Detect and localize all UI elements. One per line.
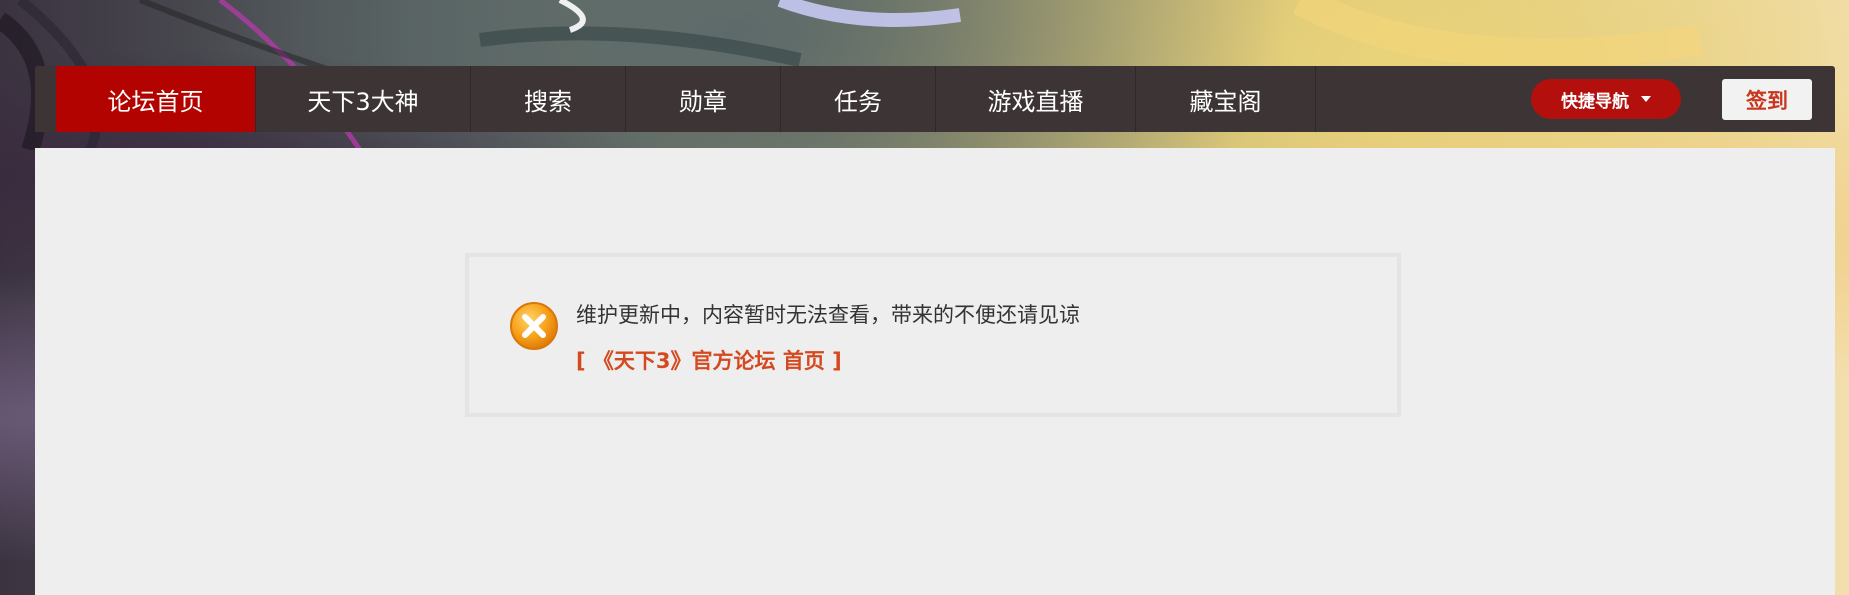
forum-home-link[interactable]: [ 《天下3》官方论坛 首页 ] [576,345,842,375]
nav-item-game-live[interactable]: 游戏直播 [936,66,1136,132]
nav-item-tianxia3-master[interactable]: 天下3大神 [256,66,471,132]
nav-item-search[interactable]: 搜索 [471,66,626,132]
nav-item-treasure-pavilion[interactable]: 藏宝阁 [1136,66,1316,132]
quick-nav-button[interactable]: 快捷导航 [1531,79,1681,119]
main-content: 维护更新中，内容暂时无法查看，带来的不便还请见谅 [ 《天下3》官方论坛 首页 … [35,148,1835,595]
main-nav-bar: 论坛首页 天下3大神 搜索 勋章 任务 游戏直播 藏宝阁 快捷导航 签到 [35,66,1835,132]
nav-items: 论坛首页 天下3大神 搜索 勋章 任务 游戏直播 藏宝阁 [56,66,1316,132]
chevron-down-icon [1641,96,1651,102]
message-box: 维护更新中，内容暂时无法查看，带来的不便还请见谅 [ 《天下3》官方论坛 首页 … [465,253,1401,417]
error-x-icon [510,302,558,350]
quick-nav-label: 快捷导航 [1561,91,1629,112]
nav-item-forum-home[interactable]: 论坛首页 [56,66,256,132]
nav-item-medals[interactable]: 勋章 [626,66,781,132]
signin-button[interactable]: 签到 [1722,79,1812,120]
nav-item-tasks[interactable]: 任务 [781,66,936,132]
maintenance-message: 维护更新中，内容暂时无法查看，带来的不便还请见谅 [576,303,1080,327]
